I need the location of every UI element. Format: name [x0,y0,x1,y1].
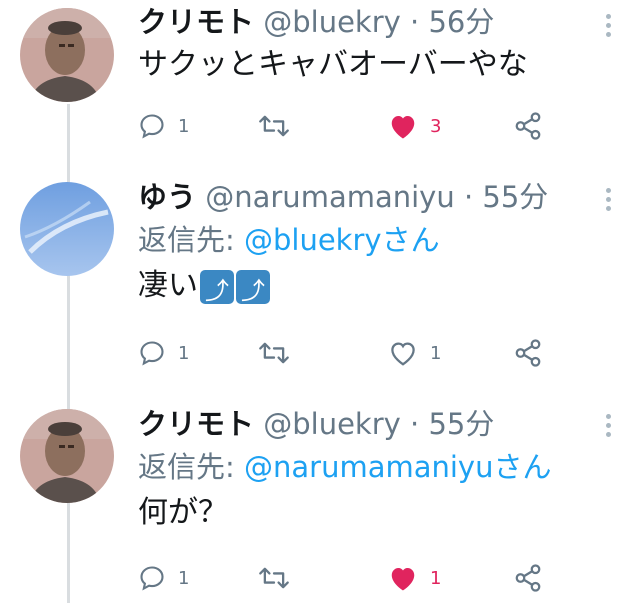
reply-icon [140,114,164,139]
display-name[interactable]: ゆう [138,180,196,214]
retweet-icon [259,115,289,137]
share-button[interactable] [513,333,543,373]
more-options-icon[interactable] [606,14,612,41]
like-button[interactable]: 1 [388,558,441,598]
tweet-actions: 1 1 [138,558,608,598]
tweet-text: 凄い ⤴ ⤴ [138,266,600,306]
reply-count: 1 [178,567,190,589]
retweet-icon [259,567,289,589]
more-options-icon[interactable] [606,414,612,441]
up-arrow-emoji: ⤴ [200,270,234,305]
tweet-actions: 1 1 [138,333,608,373]
display-name[interactable]: クリモト [138,407,254,441]
share-icon [515,339,541,367]
retweet-button[interactable] [258,106,290,146]
avatar[interactable] [20,409,114,503]
tweet-header: クリモト @bluekry · 55分 [138,405,600,443]
reply-to-prefix: 返信先: [138,450,244,484]
reply-to-prefix: 返信先: [138,223,244,257]
user-handle[interactable]: @bluekry [263,5,401,39]
reply-to-handle[interactable]: @narumamaniyuさん [244,450,551,484]
tweet-header: ゆう @narumamaniyu · 55分 [138,178,600,216]
reply-icon [140,566,164,591]
tweet-text: サクッとキャバオーバーやな [138,47,528,82]
retweet-button[interactable] [258,333,290,373]
up-arrow-emoji: ⤴ [236,270,270,305]
tweet-actions: 1 3 [138,106,608,146]
tweet-text: 何が？ [138,495,228,530]
reply-count: 1 [178,342,190,364]
timestamp[interactable]: · 55分 [464,180,548,214]
avatar[interactable] [20,8,114,102]
share-button[interactable] [513,106,543,146]
reply-to-line: 返信先: @bluekryさん [138,220,600,260]
display-name[interactable]: クリモト [138,5,254,39]
retweet-button[interactable] [258,558,290,598]
tweet-header: クリモト @bluekry · 56分 [138,3,600,41]
reply-button[interactable]: 1 [138,106,189,146]
reply-count: 1 [178,115,190,137]
share-button[interactable] [513,558,543,598]
share-icon [515,112,541,140]
timestamp[interactable]: · 55分 [410,407,494,441]
avatar[interactable] [20,182,114,276]
user-handle[interactable]: @bluekry [263,407,401,441]
like-count: 1 [430,342,442,364]
like-count: 1 [430,567,442,589]
like-button[interactable]: 3 [388,106,441,146]
user-handle[interactable]: @narumamaniyu [205,180,454,214]
retweet-icon [259,342,289,364]
like-button[interactable]: 1 [388,333,441,373]
timestamp[interactable]: · 56分 [410,5,494,39]
thread-line [67,104,70,603]
share-icon [515,564,541,592]
reply-to-line: 返信先: @narumamaniyuさん [138,447,600,487]
heart-filled-icon [391,116,415,139]
heart-outline-icon [391,342,415,366]
tweet-text-body: 凄い [138,268,198,303]
heart-filled-icon [391,568,415,591]
reply-to-handle[interactable]: @bluekryさん [244,223,440,257]
reply-icon [140,341,164,366]
reply-button[interactable]: 1 [138,558,189,598]
more-options-icon[interactable] [606,188,612,215]
like-count: 3 [430,115,442,137]
reply-button[interactable]: 1 [138,333,189,373]
